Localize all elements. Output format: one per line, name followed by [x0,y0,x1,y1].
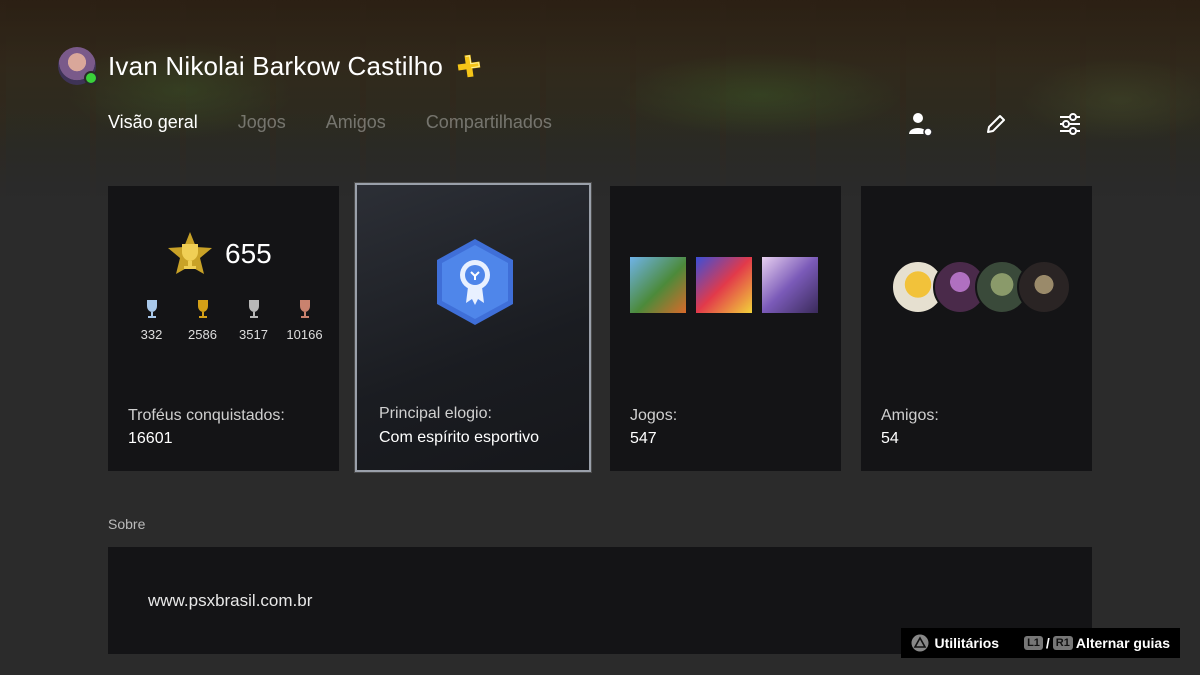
trophy-level: 655 [225,238,272,269]
background-fade [0,0,1200,200]
accolade-value: Com espírito esportivo [379,429,540,446]
tab-overview[interactable]: Visão geral [108,112,198,133]
playstation-plus-icon [457,54,481,78]
games-card[interactable]: Jogos: 547 [610,186,841,471]
friends-card[interactable]: Amigos: 54 [861,186,1092,471]
silver-count-value: 3517 [239,327,268,342]
friend-avatar [1017,260,1071,314]
hint-slash: / [1045,635,1050,651]
game-cover [630,257,686,313]
add-friend-icon[interactable] [906,110,934,138]
about-text: www.psxbrasil.com.br [148,591,313,610]
trophies-card[interactable]: 655 332 2586 3517 10166 Troféus conquist… [108,186,339,471]
platinum-trophy-icon [146,300,157,318]
trophies-label: Troféus conquistados: [128,407,285,424]
about-title: Sobre [108,516,146,532]
gold-count-value: 2586 [188,327,217,342]
profile-header: Ivan Nikolai Barkow Castilho [58,44,483,88]
tab-friends[interactable]: Amigos [326,112,386,133]
tab-shared[interactable]: Compartilhados [426,112,552,133]
switch-tabs-hint: Alternar guias [1075,635,1170,651]
controller-hints: Utilitários L1 / R1 Alternar guias [901,628,1180,658]
online-status-dot [84,71,98,85]
games-label: Jogos: [630,407,678,424]
profile-tabs: Visão geral Jogos Amigos Compartilhados [108,112,592,133]
sliders-icon[interactable] [1056,110,1084,138]
game-cover [696,257,752,313]
trophies-total: 16601 [128,430,173,447]
friend-avatars [891,260,1071,314]
tab-games[interactable]: Jogos [238,112,286,133]
gold-count: 2586 [177,298,228,343]
accolade-card[interactable]: Principal elogio: Com espírito esportivo [355,183,591,472]
platinum-count-value: 332 [140,327,163,342]
triangle-button-icon [911,634,929,652]
r1-button-icon: R1 [1052,636,1073,650]
bronze-count: 10166 [279,298,330,343]
silver-trophy-icon [248,300,259,318]
options-hint: Utilitários [934,635,1000,651]
accolade-badge-icon [437,239,513,325]
platinum-count: 332 [126,298,177,343]
profile-username: Ivan Nikolai Barkow Castilho [108,50,444,81]
edit-pencil-icon[interactable] [982,110,1010,138]
bronze-trophy-icon [299,300,310,318]
silver-count: 3517 [228,298,279,343]
games-count: 547 [630,430,657,447]
accolade-label: Principal elogio: [379,405,492,422]
l1-button-icon: L1 [1024,636,1043,650]
friends-count: 54 [881,430,899,447]
trophy-level-icon [168,232,212,274]
recent-games [630,257,818,313]
game-cover [762,257,818,313]
avatar[interactable] [58,47,98,85]
gold-trophy-icon [197,300,208,318]
friends-label: Amigos: [881,407,939,424]
bronze-count-value: 10166 [286,327,323,342]
trophy-counts: 332 2586 3517 10166 [126,298,330,343]
